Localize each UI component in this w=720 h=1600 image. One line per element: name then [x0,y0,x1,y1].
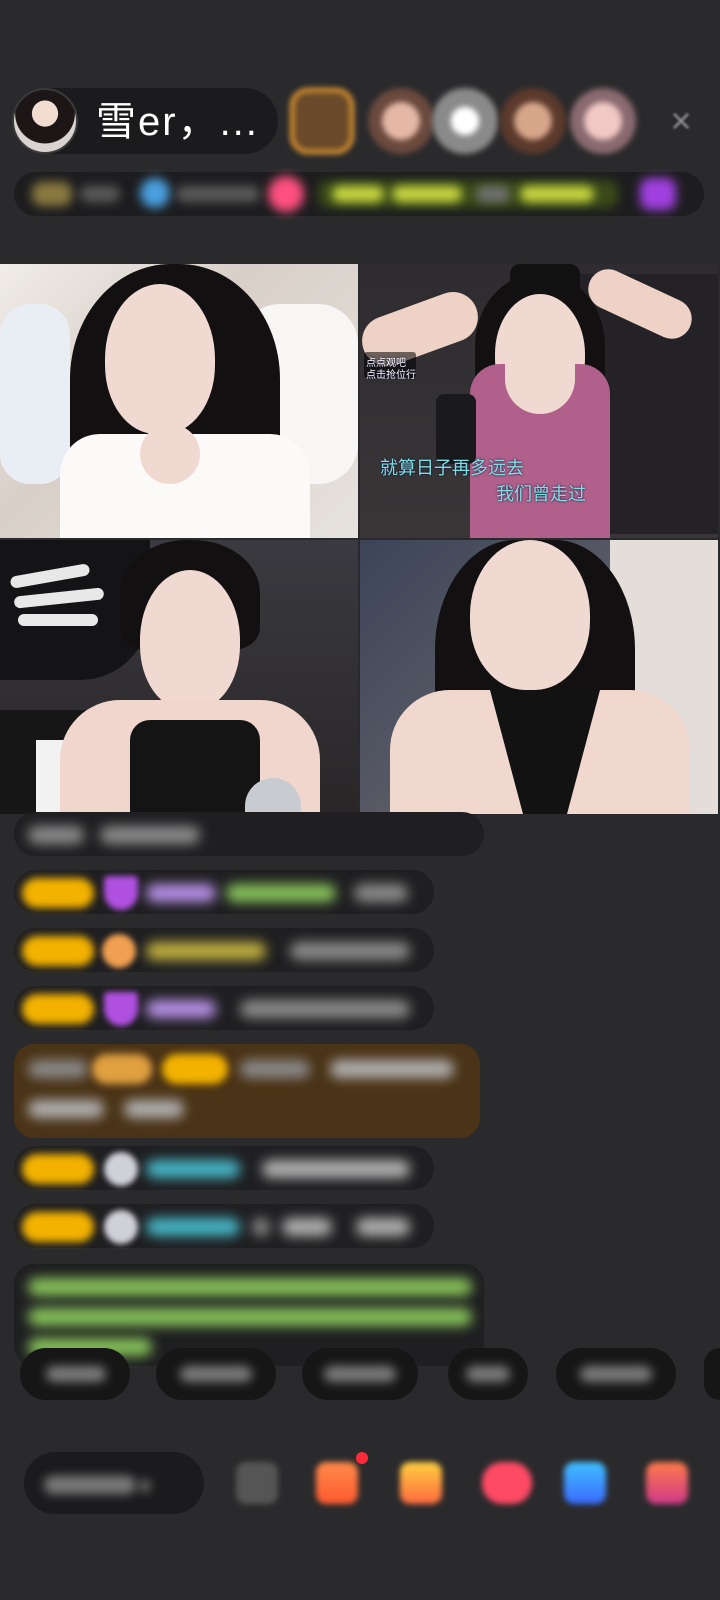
chat-text [28,1060,88,1078]
video-tile-4[interactable] [360,540,718,814]
user-level-icon [104,1152,138,1186]
chat-text [354,884,408,902]
chat-text [100,826,200,844]
chat-username [146,1218,240,1236]
lyric-line-2: 我们曾走过 [496,484,586,505]
chat-username [146,942,266,960]
chat-username [146,884,216,902]
fan-badge [22,1212,94,1242]
chat-text [282,1218,332,1236]
tile2-tag-bottom: 点击抢位行 [366,370,416,381]
level-badge-icon [32,182,72,206]
chat-text [124,1100,184,1118]
diamond-icon [104,992,138,1026]
notification-dot [356,1452,368,1464]
quick-reply-4[interactable] [448,1348,528,1400]
chat-text [226,884,336,902]
chat-username [146,1000,216,1018]
chat-username [146,1160,240,1178]
gift-box-icon[interactable] [316,1462,358,1504]
treasure-icon[interactable] [400,1462,442,1504]
chat-text [262,1160,410,1178]
chat-text [28,1100,104,1118]
expand-icon [140,1480,150,1492]
host-name[interactable]: 雪er，... [96,100,259,144]
rank-text-4 [520,186,594,202]
close-icon[interactable]: × [664,103,698,139]
microphone-icon [0,304,70,484]
chat-gift-message [14,1044,480,1138]
info-text-1 [80,186,120,202]
rank-text-2 [392,186,462,202]
fan-badge [22,936,94,966]
viewer-avatar-2[interactable] [368,88,434,154]
rank-text-3 [476,186,510,202]
game-icon[interactable] [564,1462,606,1504]
chat-text [28,826,84,844]
chat-text [330,1060,454,1078]
host-avatar[interactable] [12,88,78,154]
video-tile-2[interactable]: 点点观吧 点击抢位行 就算日子再多远去 我们曾走过 [360,264,718,538]
chat-text [28,1278,472,1296]
chat-text [240,1000,410,1018]
rank-text-1 [332,186,384,202]
chat-text [290,942,410,960]
quick-reply-6[interactable] [704,1348,720,1400]
emoji-icon[interactable] [236,1462,278,1504]
gift-bar-icon[interactable] [640,178,676,210]
quick-reply-3[interactable] [302,1348,418,1400]
gift-badge [92,1054,152,1084]
chat-text [252,1218,270,1236]
viewer-avatar-1[interactable] [290,88,354,154]
chat-text [356,1218,410,1236]
lyric-line-1: 就算日子再多远去 [380,458,524,479]
quick-reply-1[interactable] [20,1348,130,1400]
chat-text [28,1308,472,1326]
follow-icon[interactable] [268,176,304,212]
chat-text [240,1060,310,1078]
video-tile-1[interactable] [0,264,358,538]
pk-icon [140,178,170,208]
info-text-2 [176,186,260,202]
medal-icon [102,934,136,968]
user-level-icon [104,1210,138,1244]
fan-badge [22,994,94,1024]
fan-badge [22,1154,94,1184]
viewer-avatar-5[interactable] [570,88,636,154]
quick-reply-5[interactable] [556,1348,676,1400]
fan-badge [22,878,94,908]
viewer-avatar-3[interactable] [432,88,498,154]
viewer-avatar-4[interactable] [500,88,566,154]
heart-icon[interactable] [482,1462,532,1504]
quick-reply-2[interactable] [156,1348,276,1400]
comment-placeholder [44,1476,136,1494]
video-tile-3[interactable] [0,540,358,814]
more-icon[interactable] [646,1462,688,1504]
fan-badge [162,1054,228,1084]
chat-message-0 [14,812,484,856]
diamond-icon [104,876,138,910]
